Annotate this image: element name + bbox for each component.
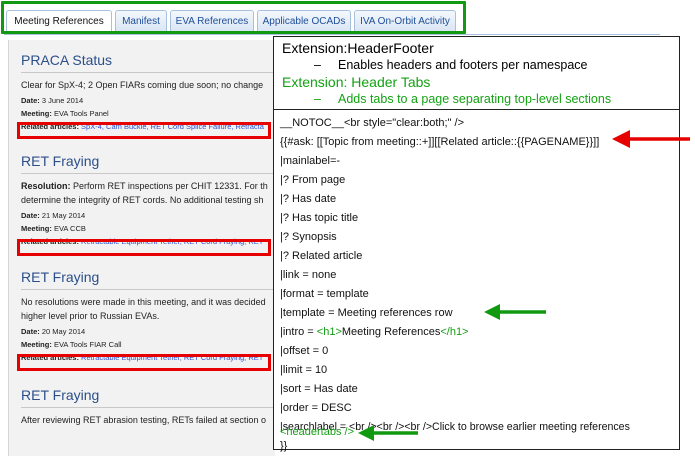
green-arrow-icon bbox=[358, 425, 418, 441]
red-arrow-icon bbox=[612, 130, 690, 148]
annotation-arrows bbox=[358, 130, 690, 441]
green-arrow-icon bbox=[484, 304, 546, 320]
